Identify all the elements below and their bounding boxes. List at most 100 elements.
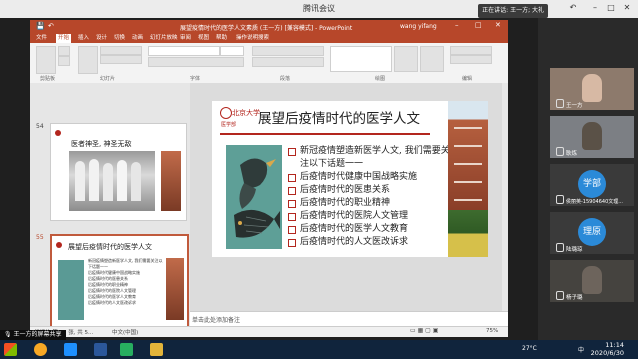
slide-thumbnail-pane: 54 医者神圣, 神圣无敌 55 展望后疫情时代的医学人文 新冠疫情塑造新医学人… [30,83,190,328]
user-name[interactable]: wang yifang [400,23,437,30]
font-format-buttons[interactable] [148,57,244,67]
minimize-icon[interactable]: – [455,21,459,29]
copy-button[interactable] [58,56,70,66]
paragraph-align-buttons[interactable] [252,57,324,67]
slide-thumbnail-54[interactable]: 医者神圣, 神圣无敌 [50,123,187,221]
clock-time[interactable]: 11:14 [605,341,624,349]
ribbon-tabs: 文件 开始 插入 设计 切换 动画 幻灯片放映 审阅 视图 帮助 操作说明搜索 [30,33,508,43]
group-label-paragraph: 段落 [280,76,291,82]
new-slide-button[interactable] [78,46,98,74]
participant-tile[interactable]: 学部 侯丽英-15904640文理... [550,164,634,206]
participant-video [582,122,602,150]
tell-me-search[interactable]: 操作说明搜索 [236,34,269,43]
tab-view[interactable]: 视图 [198,34,209,43]
find-button[interactable] [450,46,492,55]
slide-editor: 北京大学 医学部 展望后疫情时代的医学人文 新冠疫情塑造新医学人文, 我们需要关… [190,83,508,327]
thumb-bullet: 新冠疫情塑造新医学人文, 我们需要关注以下话题一一 [88,258,163,269]
tab-home[interactable]: 开始 [56,34,72,43]
folder-icon[interactable] [150,343,163,356]
status-bar: 幻灯片 第 55 张, 共 5... 中文(中国) ▭ ▦ ▢ ▣ 75% [30,326,508,337]
group-label-slides: 幻灯片 [100,76,116,82]
close-icon[interactable]: ✕ [622,3,632,13]
participant-tile[interactable]: 王一方 [550,68,634,110]
notes-placeholder: 单击此处添加备注 [192,317,241,324]
reset-button[interactable] [100,55,142,64]
back-icon[interactable]: ↶ [568,3,578,13]
participant-tile[interactable]: 杨子璐 [550,260,634,302]
bullet-square-icon [288,238,296,247]
group-label-editing: 编辑 [462,76,473,82]
group-label-clipboard: 剪贴板 [40,76,56,82]
speaking-indicator: 正在讲话: 王一方; 大礼 [478,4,548,18]
maximize-icon[interactable]: □ [606,3,616,13]
tab-transitions[interactable]: 切换 [114,34,125,43]
tab-animations[interactable]: 动画 [132,34,143,43]
tab-file[interactable]: 文件 [36,34,47,43]
taskbar: 27°C 中 11:14 2020/6/30 [0,340,638,359]
slide-title: 展望后疫情时代的医学人文 [258,111,420,127]
tencent-meeting-icon[interactable] [64,343,77,356]
powerpoint-window: 💾 ↶ 展望疫情时代的医学人文素质 (王一方) [兼容模式] - PowerPo… [30,20,508,337]
building-photo [166,258,184,320]
thumb-number: 55 [36,234,44,241]
arrange-button[interactable] [394,46,418,72]
close-icon[interactable]: ✕ [495,21,501,29]
tab-help[interactable]: 帮助 [216,34,227,43]
building-photo [161,151,181,211]
shapes-gallery[interactable] [330,46,392,72]
browser-icon[interactable] [34,343,47,356]
wechat-icon[interactable] [120,343,133,356]
font-name-select[interactable] [148,46,220,56]
layout-button[interactable] [100,46,142,55]
microphone-icon [556,195,564,204]
bullet-square-icon [288,199,296,208]
participant-name: 王一方 [566,103,583,109]
bullet-square-icon [288,148,296,156]
participant-name: 耿炼 [566,151,578,157]
microphone-icon [556,243,564,252]
tab-slideshow[interactable]: 幻灯片放映 [150,34,178,43]
bullet-square-icon [288,212,296,221]
tab-review[interactable]: 审阅 [180,34,191,43]
replace-button[interactable] [450,55,492,64]
save-icon[interactable]: 💾 [36,22,45,30]
tab-insert[interactable]: 插入 [78,34,89,43]
language-indicator[interactable]: 中文(中国) [112,328,138,336]
quick-styles-button[interactable] [420,46,444,72]
paste-button[interactable] [36,46,56,74]
thumb-bullet: 后疫情时代的人文医改诉求 [88,300,136,305]
word-icon[interactable] [94,343,107,356]
cut-button[interactable] [58,46,70,56]
participant-tile[interactable]: 耿炼 [550,116,634,158]
tab-design[interactable]: 设计 [96,34,107,43]
group-label-drawing: 绘图 [375,76,386,82]
bird-fish-illustration [226,145,282,249]
bird-fish-illustration [58,260,84,320]
participant-tile[interactable]: 理原 陆璐琼 [550,212,634,254]
bullet-item: 后疫情时代的人文医改诉求 [288,236,450,249]
zoom-level[interactable]: 75% [486,328,498,334]
maximize-icon[interactable]: □ [475,21,482,29]
vertical-scrollbar[interactable] [502,83,508,311]
notes-pane[interactable]: 单击此处添加备注 [190,311,508,327]
thumb-title: 医者神圣, 神圣无敌 [71,140,132,148]
medical-staff-photo [69,151,155,211]
microphone-icon [556,99,564,108]
start-icon[interactable] [4,343,17,356]
font-size-select[interactable] [220,46,244,56]
participant-name: 侯丽英-15904640文理... [566,199,624,205]
bullet-item: 后疫情时代健康中国战略实施 [288,171,450,184]
logo-text: 北京大学 [232,109,260,117]
slide-thumbnail-55-selected[interactable]: 展望后疫情时代的医学人文 新冠疫情塑造新医学人文, 我们需要关注以下话题一一 后… [50,234,189,328]
thumb-number: 54 [36,123,44,130]
undo-icon[interactable]: ↶ [48,22,54,30]
screen-share-label: 🎙 王一方的屏幕共享 [0,330,66,340]
slide[interactable]: 北京大学 医学部 展望后疫情时代的医学人文 新冠疫情塑造新医学人文, 我们需要关… [212,101,488,257]
paragraph-list-buttons[interactable] [252,46,324,56]
input-method-indicator[interactable]: 中 [578,345,584,354]
bullet-item: 后疫情时代的医院人文管理 [288,210,450,223]
logo-icon [55,130,61,136]
minimize-icon[interactable]: – [590,3,600,13]
clock-date[interactable]: 2020/6/30 [591,349,624,357]
view-buttons-icon[interactable]: ▭ ▦ ▢ ▣ [410,327,438,334]
